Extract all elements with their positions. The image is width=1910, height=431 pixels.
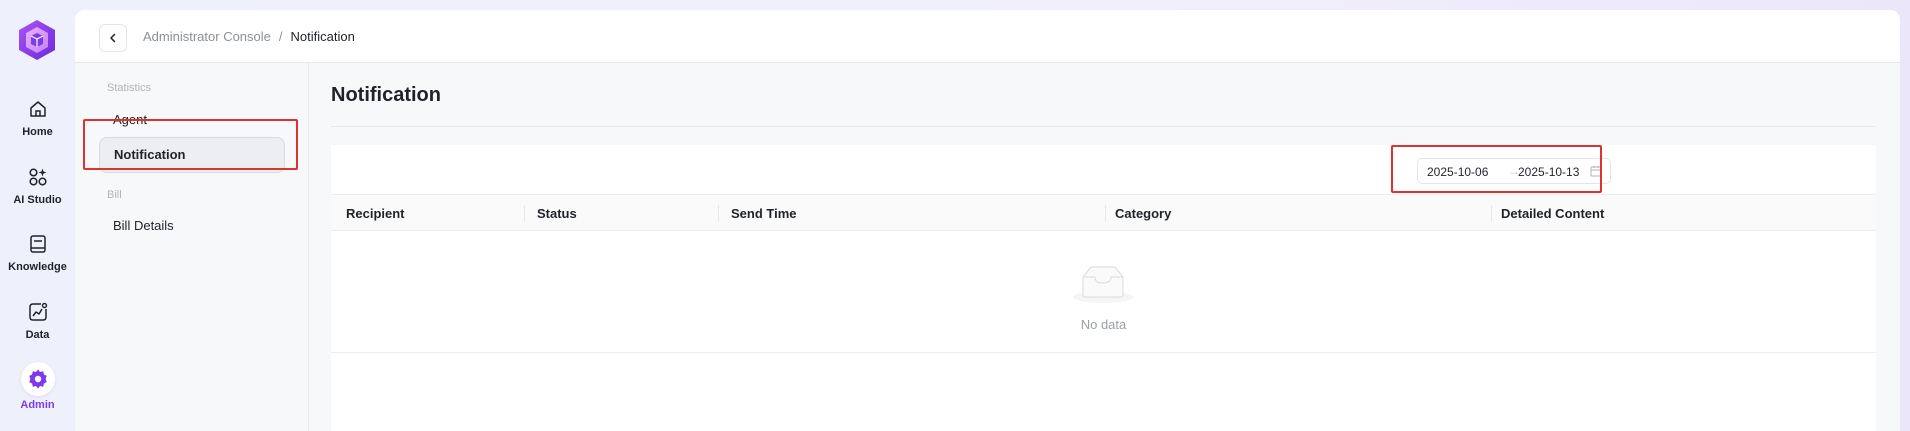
top-bar: Administrator Console / Notification (75, 10, 1900, 63)
section-title-statistics: Statistics (107, 82, 152, 94)
content-area: Notification → Recipient Status (309, 63, 1900, 431)
column-separator[interactable] (524, 205, 525, 221)
divider (331, 126, 1876, 127)
book-icon (29, 235, 46, 253)
rail-item-admin[interactable]: Admin (0, 362, 75, 411)
breadcrumb-current: Notification (290, 29, 355, 44)
column-header-status: Status (537, 206, 577, 221)
notification-card: → Recipient Status Send Time Category (331, 145, 1876, 431)
chevron-left-icon (110, 33, 116, 43)
empty-state: No data (331, 231, 1876, 353)
rail-item-data[interactable]: Data (0, 301, 75, 341)
rail-item-label: Admin (20, 399, 55, 411)
end-date-input[interactable] (1518, 165, 1590, 179)
rail-item-label: Home (22, 126, 53, 138)
start-date-input[interactable] (1427, 165, 1499, 179)
chart-icon (28, 302, 47, 321)
nav-item-agent[interactable]: Agent (99, 102, 285, 138)
rail-item-label: Knowledge (8, 261, 67, 273)
rail-item-home[interactable]: Home (0, 98, 75, 138)
column-header-send-time: Send Time (731, 206, 797, 221)
rail-item-label: Data (25, 329, 50, 341)
table-header: Recipient Status Send Time Category Deta… (331, 194, 1876, 231)
active-indicator (20, 362, 55, 396)
back-button[interactable] (99, 24, 127, 52)
main-panel: Administrator Console / Notification Stati… (75, 10, 1900, 431)
empty-inbox-icon (1073, 266, 1133, 303)
column-header-category: Category (1115, 206, 1172, 221)
column-separator[interactable] (718, 205, 719, 221)
rail-item-label: AI Studio (13, 194, 62, 206)
breadcrumb: Administrator Console / Notification (143, 29, 355, 44)
section-title-bill: Bill (107, 189, 122, 201)
breadcrumb-parent[interactable]: Administrator Console (143, 29, 271, 44)
page-title: Notification (331, 84, 441, 106)
empty-text: No data (1080, 317, 1127, 332)
calendar-icon[interactable] (1590, 165, 1602, 177)
column-separator[interactable] (1491, 205, 1492, 221)
ai-studio-icon (28, 168, 47, 186)
home-icon (29, 101, 46, 117)
breadcrumb-separator: / (278, 29, 283, 44)
gear-icon (28, 369, 47, 389)
rail-item-knowledge[interactable]: Knowledge (0, 233, 75, 273)
column-header-detailed-content: Detailed Content (1501, 206, 1605, 221)
column-separator[interactable] (1105, 205, 1106, 221)
app-logo[interactable] (17, 18, 57, 62)
app-rail: Home AI Studio Knowledge Data Admin (0, 0, 75, 431)
nav-item-notification[interactable]: Notification (99, 137, 285, 173)
column-header-recipient: Recipient (346, 206, 405, 221)
date-range-picker[interactable]: → (1417, 158, 1611, 184)
nav-item-bill-details[interactable]: Bill Details (99, 208, 285, 244)
secondary-sidebar: Statistics Agent Notification Bill Bill … (75, 63, 309, 431)
rail-item-ai-studio[interactable]: AI Studio (0, 166, 75, 206)
